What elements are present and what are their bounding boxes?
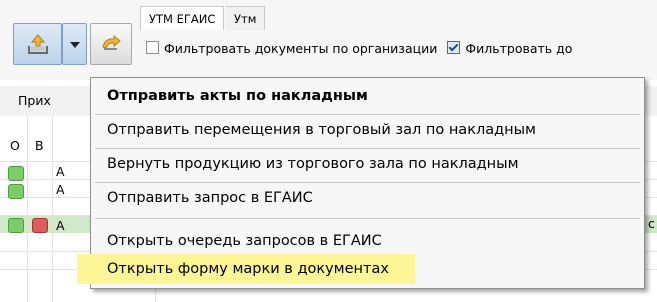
menu-separator xyxy=(95,218,640,219)
filter-by-organization-checkbox[interactable] xyxy=(146,41,159,54)
status-green-icon xyxy=(8,166,24,181)
refresh-button[interactable] xyxy=(90,23,132,65)
tab-utm[interactable]: Утм xyxy=(226,6,266,30)
upload-button[interactable] xyxy=(13,23,62,65)
tab-utm-egais[interactable]: УТМ ЕГАИС xyxy=(140,6,225,30)
status-green-icon xyxy=(8,218,24,233)
filter-by-organization-label: Фильтровать документы по организации xyxy=(164,41,438,56)
menu-item-send-request[interactable]: Отправить запрос в ЕГАИС xyxy=(95,183,640,213)
row-cell: А xyxy=(56,182,65,197)
menu-item-send-acts[interactable]: Отправить акты по накладным xyxy=(95,81,640,111)
row-cell: А xyxy=(56,164,65,179)
triangle-down-icon xyxy=(70,42,80,48)
toolbar: УТМ ЕГАИС Утм Фильтровать документы по о… xyxy=(0,0,657,80)
upload-dropdown-button[interactable] xyxy=(62,23,87,65)
status-green-icon xyxy=(8,184,24,199)
row-cell-cut: с xyxy=(648,216,655,231)
tab-strip: УТМ ЕГАИС Утм xyxy=(140,6,657,32)
refresh-arrow-icon xyxy=(102,34,121,50)
tab-incoming[interactable]: Прих xyxy=(18,93,51,108)
filter-by-organization[interactable]: Фильтровать документы по организации xyxy=(146,41,441,56)
menu-item-send-transfers[interactable]: Отправить перемещения в торговый зал по … xyxy=(95,115,640,145)
upload-tray-icon xyxy=(28,34,48,54)
menu-item-open-request-queue[interactable]: Открыть очередь запросов в ЕГАИС xyxy=(95,226,640,256)
column-header-o[interactable]: О xyxy=(10,138,20,153)
filter-documents-checkbox[interactable] xyxy=(447,41,461,54)
send-actions-menu: Отправить акты по накладным Отправить пе… xyxy=(77,77,645,289)
status-red-icon xyxy=(32,218,48,233)
filter-documents[interactable]: Фильтровать до xyxy=(447,41,572,56)
column-header-v[interactable]: В xyxy=(35,138,44,153)
row-cell: А xyxy=(56,218,65,233)
menu-item-open-mark-form[interactable]: Открыть форму марки в документах xyxy=(77,254,415,284)
filters-row: Фильтровать документы по организации Фил… xyxy=(146,38,657,60)
filter-documents-label: Фильтровать до xyxy=(465,41,573,56)
menu-item-return-products[interactable]: Вернуть продукцию из торгового зала по н… xyxy=(95,149,640,179)
